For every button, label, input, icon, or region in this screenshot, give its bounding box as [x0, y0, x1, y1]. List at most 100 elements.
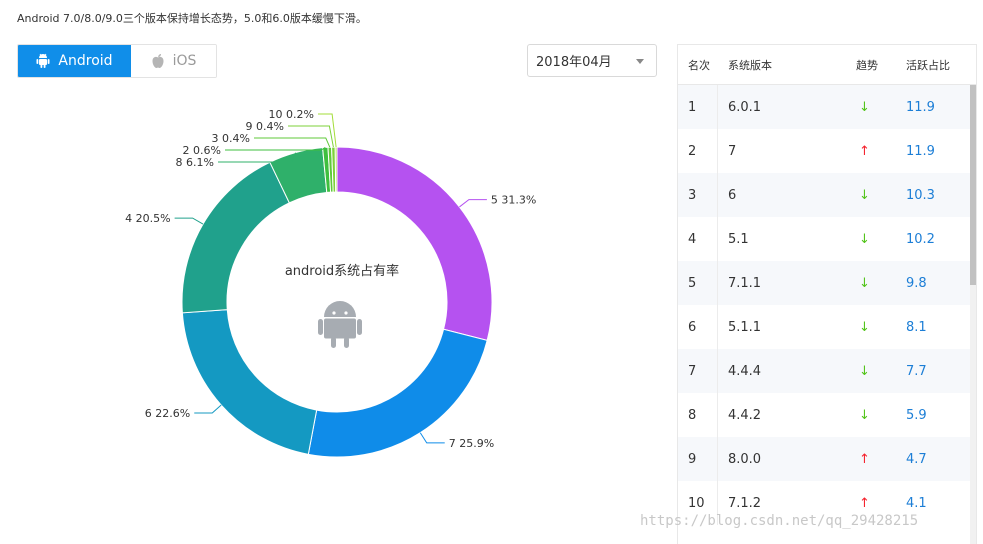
pie-label-4: 4 20.5%	[125, 212, 170, 225]
row-trend: ↓	[856, 349, 906, 393]
pie-label-6: 6 22.6%	[145, 407, 190, 420]
leader-line-7	[419, 432, 445, 444]
table-scrollbar[interactable]	[970, 85, 976, 544]
row-version: 5.1.1	[728, 319, 762, 335]
month-select[interactable]: 2018年04月	[527, 44, 657, 77]
pie-label-2: 2 0.6%	[183, 144, 221, 157]
caret-down-icon	[636, 59, 644, 64]
table-row: 4 5.1 ↓ 10.2	[678, 217, 976, 261]
android-icon	[36, 53, 50, 68]
apple-icon	[152, 54, 164, 68]
row-version: 4.4.4	[728, 363, 762, 379]
donut-svg: 5 31.3% 7 25.9% 6 22.6% 4 20.5% 8 6.1%2 0.6%…	[125, 108, 536, 458]
tab-android[interactable]: Android	[18, 45, 131, 77]
row-rank: 4	[678, 217, 718, 261]
row-rank: 8	[678, 393, 718, 437]
leader-line-9	[288, 125, 334, 148]
table-scrollbar-thumb[interactable]	[970, 85, 976, 285]
row-version: 5.1	[728, 231, 749, 247]
row-rank: 6	[678, 305, 718, 349]
row-share: 10.3	[906, 187, 935, 203]
row-trend: ↓	[856, 173, 906, 217]
row-rank: 7	[678, 349, 718, 393]
row-share: 4.7	[906, 451, 927, 467]
table-row: 1 6.0.1 ↓ 11.9	[678, 85, 976, 129]
arrow-down-icon: ↓	[859, 275, 870, 291]
arrow-down-icon: ↓	[859, 99, 870, 115]
leader-line-4	[174, 217, 204, 225]
table-row: 8 4.4.2 ↓ 5.9	[678, 393, 976, 437]
pie-label-7: 7 25.9%	[449, 437, 494, 450]
headline-text: Android 7.0/8.0/9.0三个版本保持增长态势，5.0和6.0版本缓…	[17, 12, 367, 25]
arrow-down-icon: ↓	[859, 231, 870, 247]
android-icon	[318, 301, 362, 348]
pie-slice-4[interactable]	[181, 161, 291, 314]
arrow-up-icon: ↑	[859, 451, 870, 467]
row-trend: ↓	[856, 305, 906, 349]
chart-title: android系统占有率	[285, 263, 399, 279]
table-row: 9 8.0.0 ↑ 4.7	[678, 437, 976, 481]
row-share: 10.2	[906, 231, 935, 247]
row-rank: 9	[678, 437, 718, 481]
row-version: 6	[728, 187, 737, 203]
table-row: 6 5.1.1 ↓ 8.1	[678, 305, 976, 349]
row-trend: ↓	[856, 393, 906, 437]
row-share: 9.8	[906, 275, 927, 291]
arrow-down-icon: ↓	[859, 363, 870, 379]
row-rank: 2	[678, 129, 718, 173]
pie-slice-5[interactable]	[336, 146, 493, 341]
table-body: 1 6.0.1 ↓ 11.9 2 7 ↑ 11.9 3 6 ↓ 10.3 4 5.1 ↓ 10.2 5 7.1.1…	[678, 85, 976, 525]
leader-line-5	[459, 199, 487, 208]
table-row: 2 7 ↑ 11.9	[678, 129, 976, 173]
row-share: 8.1	[906, 319, 927, 335]
pie-label-8: 8 6.1%	[176, 156, 214, 169]
arrow-down-icon: ↓	[859, 187, 870, 203]
pie-label-3: 3 0.4%	[212, 132, 250, 145]
version-ranking-table: 名次 系统版本 趋势 活跃占比 1 6.0.1 ↓ 11.9 2 7 ↑ 11.9 3 6 ↓ 10.…	[677, 44, 977, 544]
row-rank: 5	[678, 261, 718, 305]
table-row: 3 6 ↓ 10.3	[678, 173, 976, 217]
arrow-down-icon: ↓	[859, 407, 870, 423]
row-share: 11.9	[906, 143, 935, 159]
month-select-value: 2018年04月	[536, 55, 612, 70]
leader-line-2	[225, 147, 326, 151]
row-share: 7.7	[906, 363, 927, 379]
leader-line-3	[254, 137, 331, 148]
arrow-up-icon: ↑	[859, 495, 870, 511]
row-trend: ↑	[856, 437, 906, 481]
row-trend: ↑	[856, 129, 906, 173]
row-version: 6.0.1	[728, 99, 762, 115]
row-rank: 1	[678, 85, 718, 129]
android-share-donut-chart: 5 31.3% 7 25.9% 6 22.6% 4 20.5% 8 6.1% 2 0.6%…	[0, 100, 660, 520]
row-version: 8.0.0	[728, 451, 762, 467]
table-row: 7 4.4.4 ↓ 7.7	[678, 349, 976, 393]
row-trend: ↓	[856, 261, 906, 305]
table-row: 5 7.1.1 ↓ 9.8	[678, 261, 976, 305]
pie-slice-6[interactable]	[181, 309, 318, 455]
header-trend: 趋势	[856, 58, 878, 72]
header-rank: 名次	[688, 58, 710, 72]
watermark: https://blog.csdn.net/qq_29428215	[640, 513, 919, 529]
tab-ios-label: iOS	[172, 53, 197, 69]
pie-slice-10[interactable]	[334, 146, 338, 193]
row-trend: ↓	[856, 85, 906, 129]
row-rank: 3	[678, 173, 718, 217]
leader-line-6	[194, 404, 222, 414]
arrow-down-icon: ↓	[859, 319, 870, 335]
arrow-up-icon: ↑	[859, 143, 870, 159]
tab-ios[interactable]: iOS	[131, 45, 216, 77]
pie-label-5: 5 31.3%	[491, 194, 536, 207]
row-trend: ↓	[856, 217, 906, 261]
pie-label-9: 9 0.4%	[246, 120, 284, 133]
pie-label-10: 10 0.2%	[269, 108, 314, 121]
row-version: 7	[728, 143, 737, 159]
os-tabs: Android iOS	[17, 44, 217, 78]
row-share: 5.9	[906, 407, 927, 423]
header-version: 系统版本	[728, 58, 772, 72]
table-header: 名次 系统版本 趋势 活跃占比	[678, 45, 976, 85]
tab-android-label: Android	[58, 53, 113, 69]
row-version: 7.1.1	[728, 275, 762, 291]
row-share: 11.9	[906, 99, 935, 115]
header-share: 活跃占比	[906, 58, 950, 72]
row-version: 4.4.2	[728, 407, 762, 423]
